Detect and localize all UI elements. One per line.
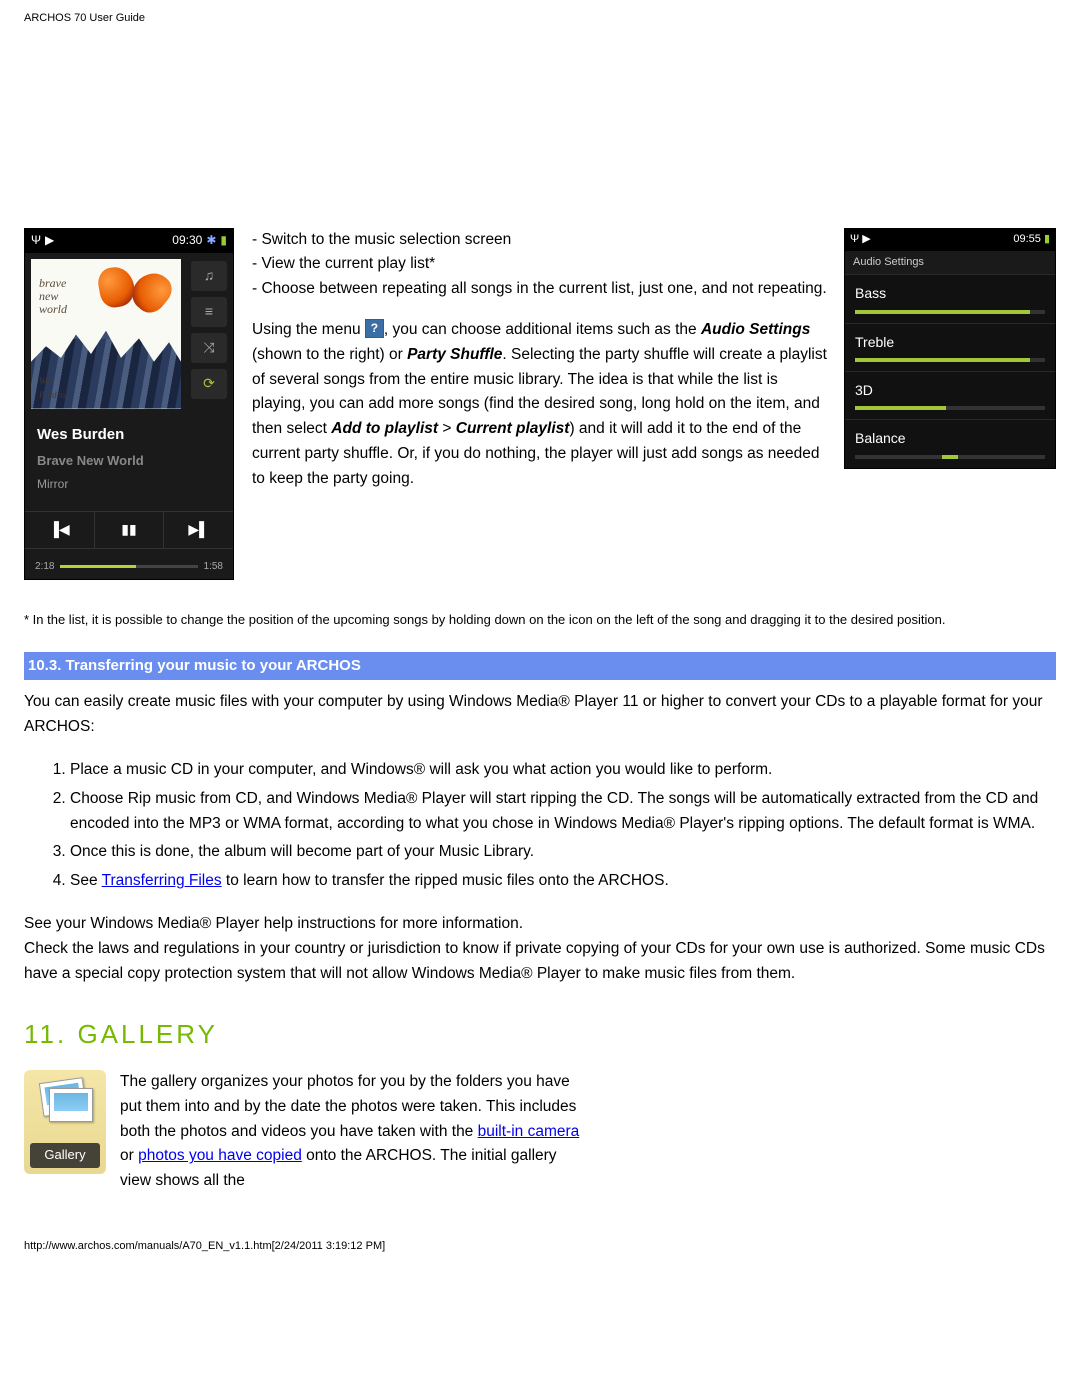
balance-label: Balance [855, 427, 1045, 449]
next-button[interactable]: ▶▌ [164, 512, 233, 548]
step-4: See Transferring Files to learn how to t… [70, 869, 1056, 894]
step-3: Once this is done, the album will become… [70, 840, 1056, 865]
music-library-button[interactable]: ♫ [191, 261, 227, 291]
clock: 09:30 [172, 231, 202, 250]
gallery-icon-label: Gallery [30, 1143, 100, 1168]
progress-bar[interactable] [60, 565, 197, 568]
gallery-paragraph: The gallery organizes your photos for yo… [120, 1070, 580, 1194]
step-1: Place a music CD in your computer, and W… [70, 758, 1056, 783]
shuffle-button[interactable]: ⤨ [191, 333, 227, 363]
usb-icon: Ψ [31, 231, 41, 250]
usb-icon: Ψ [850, 233, 859, 245]
s10-3-after-2: Check the laws and regulations in your c… [24, 937, 1056, 987]
bluetooth-icon: ✱ [206, 231, 216, 250]
play-icon: ▶ [862, 233, 870, 245]
gallery-app-icon: Gallery [24, 1070, 106, 1174]
battery-icon: ▮ [1044, 233, 1050, 245]
page-footer: http://www.archos.com/manuals/A70_EN_v1.… [24, 1238, 1056, 1256]
transferring-files-link[interactable]: Transferring Files [102, 872, 222, 889]
repeat-button[interactable]: ⟳ [191, 369, 227, 399]
clock: 09:55 [1013, 233, 1041, 245]
transfer-steps: Place a music CD in your computer, and W… [24, 758, 1056, 894]
album-art-text: brave new world [39, 277, 67, 317]
playlist-button[interactable]: ≡ [191, 297, 227, 327]
track-name: Mirror [37, 475, 223, 494]
pause-button[interactable]: ▮▮ [95, 512, 165, 548]
music-player-screenshot: Ψ ▶ 09:30 ✱ ▮ brave new world Wes Burden… [24, 228, 234, 580]
s10-3-intro: You can easily create music files with y… [24, 690, 1056, 740]
3d-row[interactable]: 3D [845, 371, 1055, 419]
play-icon: ▶ [45, 231, 54, 250]
treble-label: Treble [855, 331, 1045, 353]
page-header: ARCHOS 70 User Guide [24, 10, 1056, 28]
elapsed-time: 2:18 [35, 559, 54, 575]
3d-label: 3D [855, 379, 1045, 401]
menu-icon: ? [365, 319, 384, 338]
step-2: Choose Rip music from CD, and Windows Me… [70, 787, 1056, 837]
audio-settings-screenshot: Ψ ▶ 09:55 ▮ Audio Settings Bass Treble 3… [844, 228, 1056, 469]
treble-row[interactable]: Treble [845, 323, 1055, 371]
butterfly-graphic [99, 267, 169, 322]
battery-icon: ▮ [220, 231, 227, 250]
album-signature: Wes Burden [39, 374, 65, 403]
prev-button[interactable]: ▐◀ [25, 512, 95, 548]
statusbar: Ψ ▶ 09:55 ▮ [845, 229, 1055, 251]
audio-settings-title: Audio Settings [845, 251, 1055, 275]
section-11-heading: 11. GALLERY [24, 1014, 1056, 1056]
bass-label: Bass [855, 282, 1045, 304]
s10-3-after-1: See your Windows Media® Player help inst… [24, 912, 1056, 937]
artist-name: Wes Burden [37, 423, 223, 447]
bass-row[interactable]: Bass [845, 274, 1055, 322]
statusbar: Ψ ▶ 09:30 ✱ ▮ [25, 229, 233, 253]
built-in-camera-link[interactable]: built-in camera [478, 1123, 580, 1140]
footnote: * In the list, it is possible to change … [24, 610, 1056, 631]
photos-copied-link[interactable]: photos you have copied [138, 1147, 302, 1164]
album-name: Brave New World [37, 451, 223, 472]
album-art: brave new world Wes Burden [31, 259, 181, 409]
section-10-3-header: 10.3. Transferring your music to your AR… [24, 652, 1056, 680]
total-time: 1:58 [204, 559, 223, 575]
balance-row[interactable]: Balance [845, 419, 1055, 467]
